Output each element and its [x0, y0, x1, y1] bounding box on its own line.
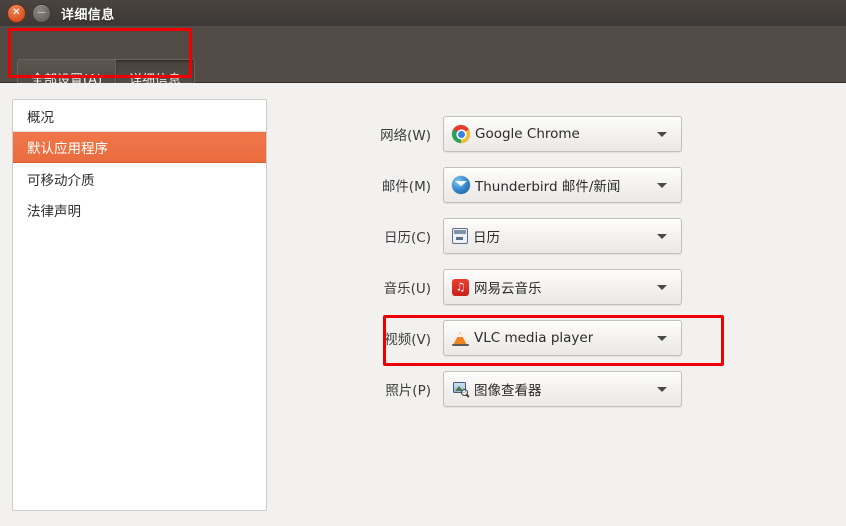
row-web: 网络(W) Google Chrome — [300, 116, 846, 152]
chevron-down-icon — [657, 387, 667, 392]
content-area: 概况 默认应用程序 可移动介质 法律声明 网络(W) Google Chrome… — [0, 83, 846, 526]
combo-calendar-value: 日历 — [473, 230, 500, 246]
sidebar: 概况 默认应用程序 可移动介质 法律声明 — [12, 99, 267, 511]
combo-photos-value: 图像查看器 — [474, 383, 542, 399]
chevron-down-icon — [657, 183, 667, 188]
sidebar-item-overview[interactable]: 概况 — [13, 100, 266, 132]
chevron-down-icon — [657, 132, 667, 137]
minimize-icon: — — [37, 7, 46, 18]
minimize-button[interactable]: — — [32, 3, 51, 23]
row-mail: 邮件(M) Thunderbird 邮件/新闻 — [300, 167, 846, 203]
label-mail: 邮件(M) — [381, 179, 431, 195]
netease-music-icon — [452, 278, 469, 296]
toolbar: 全部设置(A) 详细信息 — [0, 26, 846, 97]
combo-mail-value: Thunderbird 邮件/新闻 — [475, 179, 621, 195]
combo-mail[interactable]: Thunderbird 邮件/新闻 — [443, 167, 682, 203]
image-viewer-icon — [452, 381, 470, 398]
calendar-icon — [452, 228, 468, 244]
magnifier-handle-shape — [465, 393, 470, 398]
combo-web-value: Google Chrome — [475, 126, 580, 142]
combo-video-value: VLC media player — [474, 330, 594, 346]
vlc-base-shape — [452, 343, 469, 346]
chrome-icon — [452, 125, 470, 143]
chevron-down-icon — [657, 336, 667, 341]
window-title: 详细信息 — [61, 7, 115, 23]
row-music: 音乐(U) 网易云音乐 — [300, 269, 846, 305]
settings-window: ✕ — 详细信息 全部设置(A) 详细信息 概况 默认应用程序 可移动介质 法律… — [0, 0, 846, 526]
vlc-stripe-shape — [456, 333, 463, 337]
sidebar-item-default-applications[interactable]: 默认应用程序 — [13, 132, 266, 163]
sidebar-item-legal-notice[interactable]: 法律声明 — [13, 194, 266, 225]
sidebar-item-removable-media[interactable]: 可移动介质 — [13, 163, 266, 194]
row-calendar: 日历(C) 日历 — [300, 218, 846, 254]
combo-music[interactable]: 网易云音乐 — [443, 269, 682, 305]
chevron-down-icon — [657, 234, 667, 239]
combo-video[interactable]: VLC media player — [443, 320, 682, 356]
default-applications-form: 网络(W) Google Chrome 邮件(M) Thunderbird 邮件… — [300, 83, 846, 526]
vlc-icon — [452, 330, 469, 347]
label-web: 网络(W) — [380, 128, 431, 144]
label-video: 视频(V) — [384, 332, 431, 348]
label-music: 音乐(U) — [383, 281, 431, 297]
combo-calendar[interactable]: 日历 — [443, 218, 682, 254]
thunderbird-icon — [452, 176, 470, 194]
chevron-down-icon — [657, 285, 667, 290]
row-video: 视频(V) VLC media player — [300, 320, 846, 356]
combo-music-value: 网易云音乐 — [474, 281, 542, 297]
close-icon: ✕ — [12, 7, 21, 18]
window-titlebar: ✕ — 详细信息 — [0, 0, 846, 26]
combo-photos[interactable]: 图像查看器 — [443, 371, 682, 407]
combo-web[interactable]: Google Chrome — [443, 116, 682, 152]
label-photos: 照片(P) — [385, 383, 431, 399]
row-photos: 照片(P) 图像查看器 — [300, 371, 846, 407]
close-button[interactable]: ✕ — [7, 3, 26, 23]
label-calendar: 日历(C) — [384, 230, 431, 246]
